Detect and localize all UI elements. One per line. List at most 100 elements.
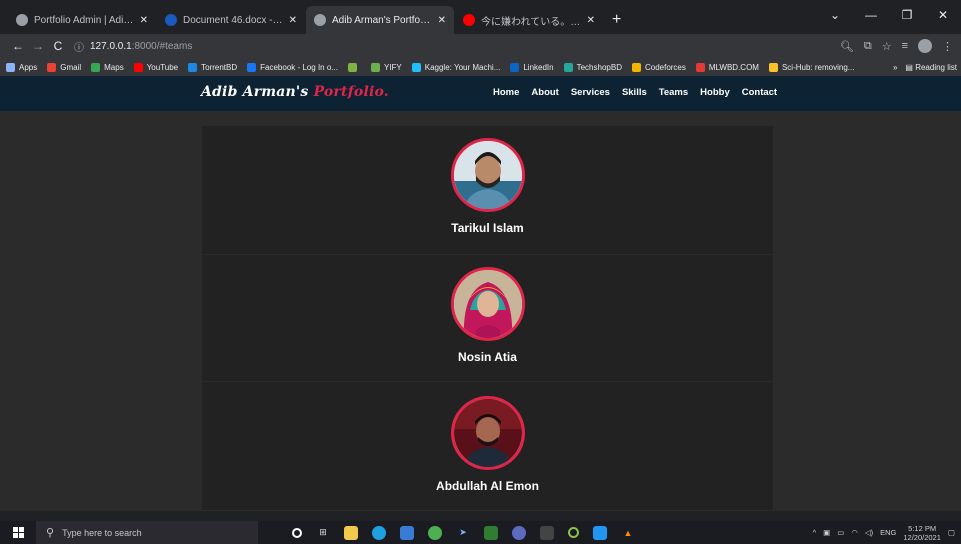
bookmark-favicon-icon bbox=[370, 62, 380, 72]
bookmark-favicon-icon bbox=[768, 62, 778, 72]
nav-link-contact[interactable]: Contact bbox=[742, 87, 777, 98]
close-icon[interactable]: ✕ bbox=[140, 15, 148, 26]
nav-link-about[interactable]: About bbox=[531, 87, 558, 98]
share-icon[interactable]: ⧉ bbox=[864, 40, 872, 53]
chrome-icon[interactable] bbox=[428, 525, 442, 540]
close-icon[interactable]: ✕ bbox=[438, 15, 446, 26]
star-icon[interactable]: ☆ bbox=[882, 40, 892, 53]
forward-button[interactable]: → bbox=[28, 39, 48, 53]
site-logo[interactable]: Adib Arman's Portfolio. bbox=[201, 84, 389, 100]
browser-tab[interactable]: Document 46.docx - Microsoft W ✕ bbox=[157, 6, 305, 34]
reading-list-label: Reading list bbox=[915, 62, 957, 72]
windows-taskbar: ⚲ Type here to search ⊞ ➤ ▲ ^ ▣ ▭ ◠ ◁) E… bbox=[0, 521, 961, 544]
bookmark-label: Kaggle: Your Machi... bbox=[424, 62, 501, 72]
reload-button[interactable]: C bbox=[48, 39, 68, 53]
battery-icon[interactable]: ▭ bbox=[837, 528, 844, 537]
mail-icon[interactable] bbox=[400, 525, 414, 540]
brand-accent: Portfolio. bbox=[313, 84, 389, 100]
taskbar-apps: ⊞ ➤ ▲ bbox=[292, 525, 635, 540]
close-icon[interactable]: ✕ bbox=[587, 15, 595, 26]
search-placeholder: Type here to search bbox=[62, 527, 142, 538]
chevron-down-icon[interactable]: ⌄ bbox=[817, 8, 853, 22]
bookmark-item[interactable]: TorrentBD bbox=[188, 62, 237, 72]
nav-link-home[interactable]: Home bbox=[493, 87, 519, 98]
windows-logo-icon bbox=[12, 527, 24, 538]
bookmarks-more-button[interactable]: » bbox=[893, 63, 897, 72]
discord-icon[interactable] bbox=[512, 525, 526, 540]
clock-time: 5:12 PM bbox=[908, 523, 937, 533]
info-icon[interactable]: ⓘ bbox=[74, 39, 84, 54]
bookmark-item[interactable]: YouTube bbox=[133, 62, 179, 72]
bookmark-item[interactable]: Codeforces bbox=[631, 62, 686, 72]
app-icon[interactable] bbox=[568, 527, 579, 538]
profile-avatar[interactable] bbox=[918, 39, 932, 53]
maximize-button[interactable]: ❐ bbox=[889, 8, 925, 22]
bookmark-item[interactable]: Kaggle: Your Machi... bbox=[411, 62, 501, 72]
start-button[interactable] bbox=[0, 521, 36, 544]
cortana-icon[interactable] bbox=[292, 527, 302, 538]
bookmark-list: Apps Gmail Maps YouTube TorrentBD Facebook - … bbox=[6, 62, 864, 72]
bookmark-item[interactable]: Apps bbox=[6, 62, 37, 72]
xbox-icon[interactable] bbox=[484, 525, 498, 540]
language-indicator[interactable]: ENG bbox=[880, 528, 896, 537]
globe-icon bbox=[16, 14, 28, 26]
url-host: 127.0.0.1 bbox=[90, 40, 132, 52]
bookmark-item[interactable]: MLWBD.COM bbox=[695, 62, 759, 72]
bookmarks-right: » ▤ Reading list bbox=[886, 58, 957, 76]
edge-icon[interactable] bbox=[372, 525, 386, 540]
bookmark-favicon-icon bbox=[91, 62, 101, 72]
bookmark-item[interactable]: TechshopBD bbox=[563, 62, 622, 72]
bookmark-label: YIFY bbox=[383, 62, 402, 72]
file-explorer-icon[interactable] bbox=[344, 525, 358, 540]
youtube-icon bbox=[463, 14, 475, 26]
browser-tab[interactable]: Adib Arman's Portfolio Website ✕ bbox=[306, 6, 454, 34]
close-window-button[interactable]: ✕ bbox=[925, 8, 961, 22]
bookmark-label: YouTube bbox=[146, 62, 179, 72]
tray-app-icon[interactable]: ▣ bbox=[823, 528, 830, 537]
bookmark-favicon-icon bbox=[188, 62, 198, 72]
nav-link-services[interactable]: Services bbox=[571, 87, 610, 98]
address-bar[interactable]: ⓘ 127.0.0.1 :8000/#teams bbox=[74, 36, 840, 56]
bookmark-favicon-icon bbox=[247, 62, 257, 72]
close-icon[interactable]: ✕ bbox=[289, 15, 297, 26]
volume-icon[interactable]: ◁) bbox=[865, 528, 873, 537]
bookmark-item[interactable] bbox=[347, 62, 361, 72]
team-member-card: Abdullah Al Emon bbox=[202, 396, 773, 493]
back-button[interactable]: ← bbox=[8, 39, 28, 53]
notifications-icon[interactable]: ▢ bbox=[948, 528, 955, 537]
nav-link-hobby[interactable]: Hobby bbox=[700, 87, 730, 98]
bookmark-item[interactable]: LinkedIn bbox=[510, 62, 554, 72]
bookmark-favicon-icon bbox=[411, 62, 421, 72]
browser-tab[interactable]: 今に嫌われている。/ カンザキイオリ(C ✕ bbox=[455, 6, 603, 34]
bookmark-label: TechshopBD bbox=[576, 62, 622, 72]
bookmark-item[interactable]: Gmail bbox=[47, 62, 81, 72]
epic-games-icon[interactable] bbox=[540, 525, 554, 540]
tray-chevron-icon[interactable]: ^ bbox=[813, 528, 817, 537]
bookmark-favicon-icon bbox=[6, 62, 15, 72]
task-view-icon[interactable]: ⊞ bbox=[316, 526, 330, 540]
bookmark-item[interactable]: Maps bbox=[91, 62, 124, 72]
member-photo bbox=[450, 267, 525, 341]
bookmark-item[interactable]: YIFY bbox=[370, 62, 402, 72]
bookmark-item[interactable]: Facebook - Log In o... bbox=[247, 62, 338, 72]
site-menu: Home About Services Skills Teams Hobby Contact bbox=[493, 87, 777, 98]
nav-link-skills[interactable]: Skills bbox=[622, 87, 647, 98]
vscode-icon[interactable] bbox=[593, 525, 607, 540]
browser-tab[interactable]: Portfolio Admin | Adib's Admin S ✕ bbox=[8, 6, 156, 34]
bookmark-favicon-icon bbox=[133, 62, 143, 72]
taskbar-search[interactable]: ⚲ Type here to search bbox=[36, 521, 258, 544]
telegram-icon[interactable]: ➤ bbox=[456, 526, 470, 540]
vlc-icon[interactable]: ▲ bbox=[621, 526, 635, 540]
tab-title: Document 46.docx - Microsoft W bbox=[183, 14, 283, 26]
zoom-icon[interactable]: 🔍︎ bbox=[840, 40, 854, 53]
clock[interactable]: 5:12 PM 12/20/2021 bbox=[903, 524, 941, 542]
bookmark-item[interactable]: Sci-Hub: removing... bbox=[768, 62, 854, 72]
bookmark-favicon-icon bbox=[47, 62, 57, 72]
media-control-icon[interactable]: ≡ bbox=[902, 40, 908, 52]
minimize-button[interactable]: — bbox=[853, 8, 889, 22]
nav-link-teams[interactable]: Teams bbox=[659, 87, 688, 98]
new-tab-button[interactable]: + bbox=[604, 6, 629, 34]
menu-icon[interactable]: ⋮ bbox=[942, 40, 953, 53]
network-icon[interactable]: ◠ bbox=[851, 528, 858, 537]
reading-list-button[interactable]: ▤ Reading list bbox=[905, 63, 957, 72]
